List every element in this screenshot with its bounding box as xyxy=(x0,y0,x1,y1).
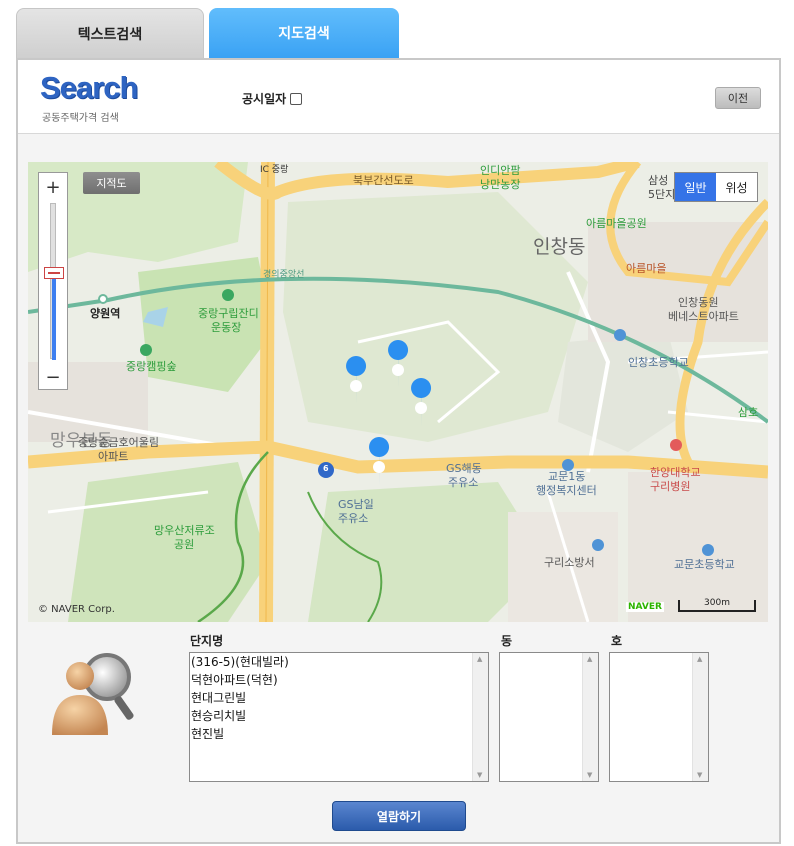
list-item[interactable]: 현대그린빌 xyxy=(190,689,488,707)
map-label: 북부간선도로 xyxy=(353,174,414,187)
zoom-out-button[interactable]: − xyxy=(39,365,67,389)
map-label: 양원역 xyxy=(90,307,121,320)
map-label: 구리소방서 xyxy=(544,556,595,569)
cadastral-map-button[interactable]: 지적도 xyxy=(83,172,140,194)
map-label: IC 중랑 xyxy=(260,165,289,175)
list-item[interactable]: 현승리치빌 xyxy=(190,707,488,725)
map-label: 경의중앙선 xyxy=(263,270,305,280)
map-label: 중랑캠핑숲 xyxy=(126,360,177,373)
list-item[interactable]: (316-5)(현대빌라) xyxy=(190,653,488,671)
prev-button[interactable]: 이전 xyxy=(715,87,761,109)
map-label: 베네스트아파트 xyxy=(668,310,739,323)
publish-date-field: 공시일자 xyxy=(242,90,303,107)
map-label: 아름마을 xyxy=(626,262,667,275)
map-label: 낭만농장 xyxy=(480,178,521,191)
view-button[interactable]: 열람하기 xyxy=(332,801,466,831)
map-label: 주유소 xyxy=(338,512,369,525)
map-label: 교문초등학교 xyxy=(674,558,735,571)
zoom-slider-handle[interactable] xyxy=(44,267,64,279)
ho-list-scrollbar[interactable] xyxy=(692,653,708,781)
complex-list[interactable]: (316-5)(현대빌라) 덕현아파트(덕현) 현대그린빌 현승리치빌 현진빌 xyxy=(189,652,489,782)
zoom-level-fill xyxy=(52,274,56,360)
list-item[interactable]: 덕현아파트(덕현) xyxy=(190,671,488,689)
map-label: 구리병원 xyxy=(650,480,691,493)
map-type-satellite-button[interactable]: 위성 xyxy=(716,173,757,201)
list-item[interactable]: 현진빌 xyxy=(190,725,488,743)
map-label: 아름마을공원 xyxy=(586,217,647,230)
map-type-normal-button[interactable]: 일반 xyxy=(675,173,716,201)
map-label: 삼호 xyxy=(738,406,759,419)
complex-name-label: 단지명 xyxy=(190,634,224,648)
zoom-in-button[interactable]: + xyxy=(39,175,67,199)
map-scale-bar: 300m xyxy=(678,598,756,612)
search-logo: Search xyxy=(40,70,138,105)
dong-label: 동 xyxy=(501,634,513,648)
map-label: 아파트 xyxy=(98,450,129,463)
zoom-control: + − xyxy=(38,172,68,390)
tab-text-search[interactable]: 텍스트검색 xyxy=(16,8,204,58)
ho-list[interactable] xyxy=(609,652,709,782)
complex-list-scrollbar[interactable] xyxy=(472,653,488,781)
search-panel: Search 공동주택가격 검색 공시일자 이전 IC 중랑 북부간선도로 인디… xyxy=(16,58,781,844)
map-scale-label: 300m xyxy=(704,598,730,608)
ho-label: 호 xyxy=(611,634,623,648)
publish-date-label: 공시일자 xyxy=(242,92,287,106)
tab-map-search[interactable]: 지도검색 xyxy=(209,8,399,58)
map-canvas xyxy=(28,162,768,622)
map-view[interactable]: IC 중랑 북부간선도로 인디안팜 낭만농장 삼성 5단지 아름마을공원 인창동… xyxy=(28,162,768,622)
map-copyright: © NAVER Corp. xyxy=(38,604,115,615)
map-label: 주유소 xyxy=(448,476,479,489)
search-header: Search 공동주택가격 검색 공시일자 이전 xyxy=(18,60,779,134)
person-search-illustration xyxy=(52,653,134,735)
route-shield-label: 6 xyxy=(323,464,329,473)
map-label: 인창동 xyxy=(533,236,586,258)
dong-list[interactable] xyxy=(499,652,599,782)
naver-logo: NAVER xyxy=(626,602,664,612)
map-label: 공원 xyxy=(174,538,195,551)
publish-date-checkbox[interactable] xyxy=(290,92,303,105)
map-label: 인창초등학교 xyxy=(628,356,689,369)
map-type-toggle: 일반 위성 xyxy=(674,172,758,202)
map-label: 5단지 xyxy=(648,188,676,201)
map-label: 운동장 xyxy=(211,321,242,334)
search-logo-subtitle: 공동주택가격 검색 xyxy=(42,113,119,124)
dong-list-scrollbar[interactable] xyxy=(582,653,598,781)
zoom-slider[interactable] xyxy=(50,203,56,360)
map-label: 행정복지센터 xyxy=(536,484,597,497)
